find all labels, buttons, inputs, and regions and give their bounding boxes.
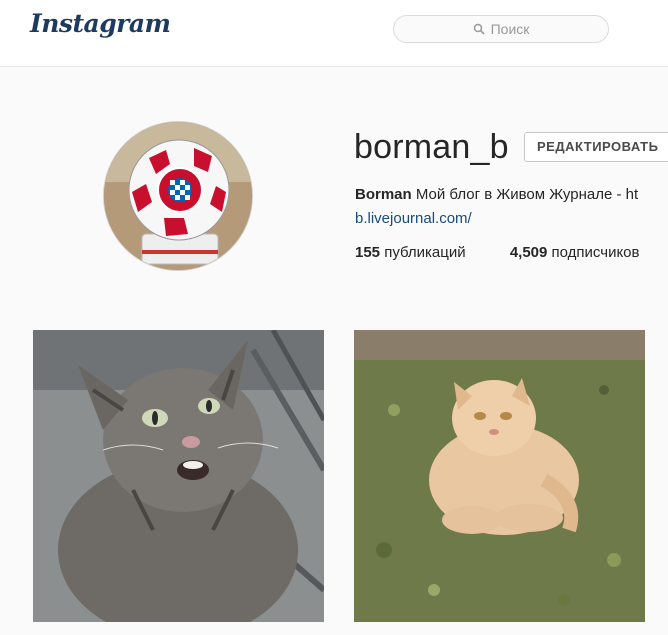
stat-followers-value: 4,509 [509,244,548,261]
stat-posts[interactable]: 155 публикаций [355,244,466,261]
post-thumbnail-ginger-cat[interactable] [354,330,645,622]
stat-followers-label: подписчиков [551,244,640,261]
soccer-ball-image [104,122,252,270]
instagram-logo[interactable]: Instagram [30,9,171,38]
profile-bio: Borman Мой блог в Живом Журнале - ht b.l… [355,183,668,231]
edit-profile-button[interactable]: РЕДАКТИРОВАТЬ [524,132,668,162]
ginger-cat-image [354,330,645,622]
stat-posts-value: 155 [355,244,381,261]
stat-posts-label: публикаций [384,244,466,261]
stat-followers[interactable]: 4,509 подписчиков [510,244,640,261]
search-icon [473,23,485,35]
profile-stats: 155 публикаций 4,509 подписчиков [355,244,668,261]
search-placeholder: Поиск [490,21,530,37]
top-navigation-bar: Instagram Поиск [0,0,668,67]
tabby-cat-image [33,330,324,622]
profile-bio-text: Мой блог в Живом Журнале - ht [415,186,639,203]
search-input[interactable]: Поиск [393,15,609,43]
profile-avatar[interactable] [103,121,253,271]
profile-website-link[interactable]: b.livejournal.com/ [355,207,668,231]
profile-full-name: Borman [355,186,412,203]
post-thumbnail-tabby-cat[interactable] [33,330,324,622]
profile-username: borman_b [354,128,509,166]
